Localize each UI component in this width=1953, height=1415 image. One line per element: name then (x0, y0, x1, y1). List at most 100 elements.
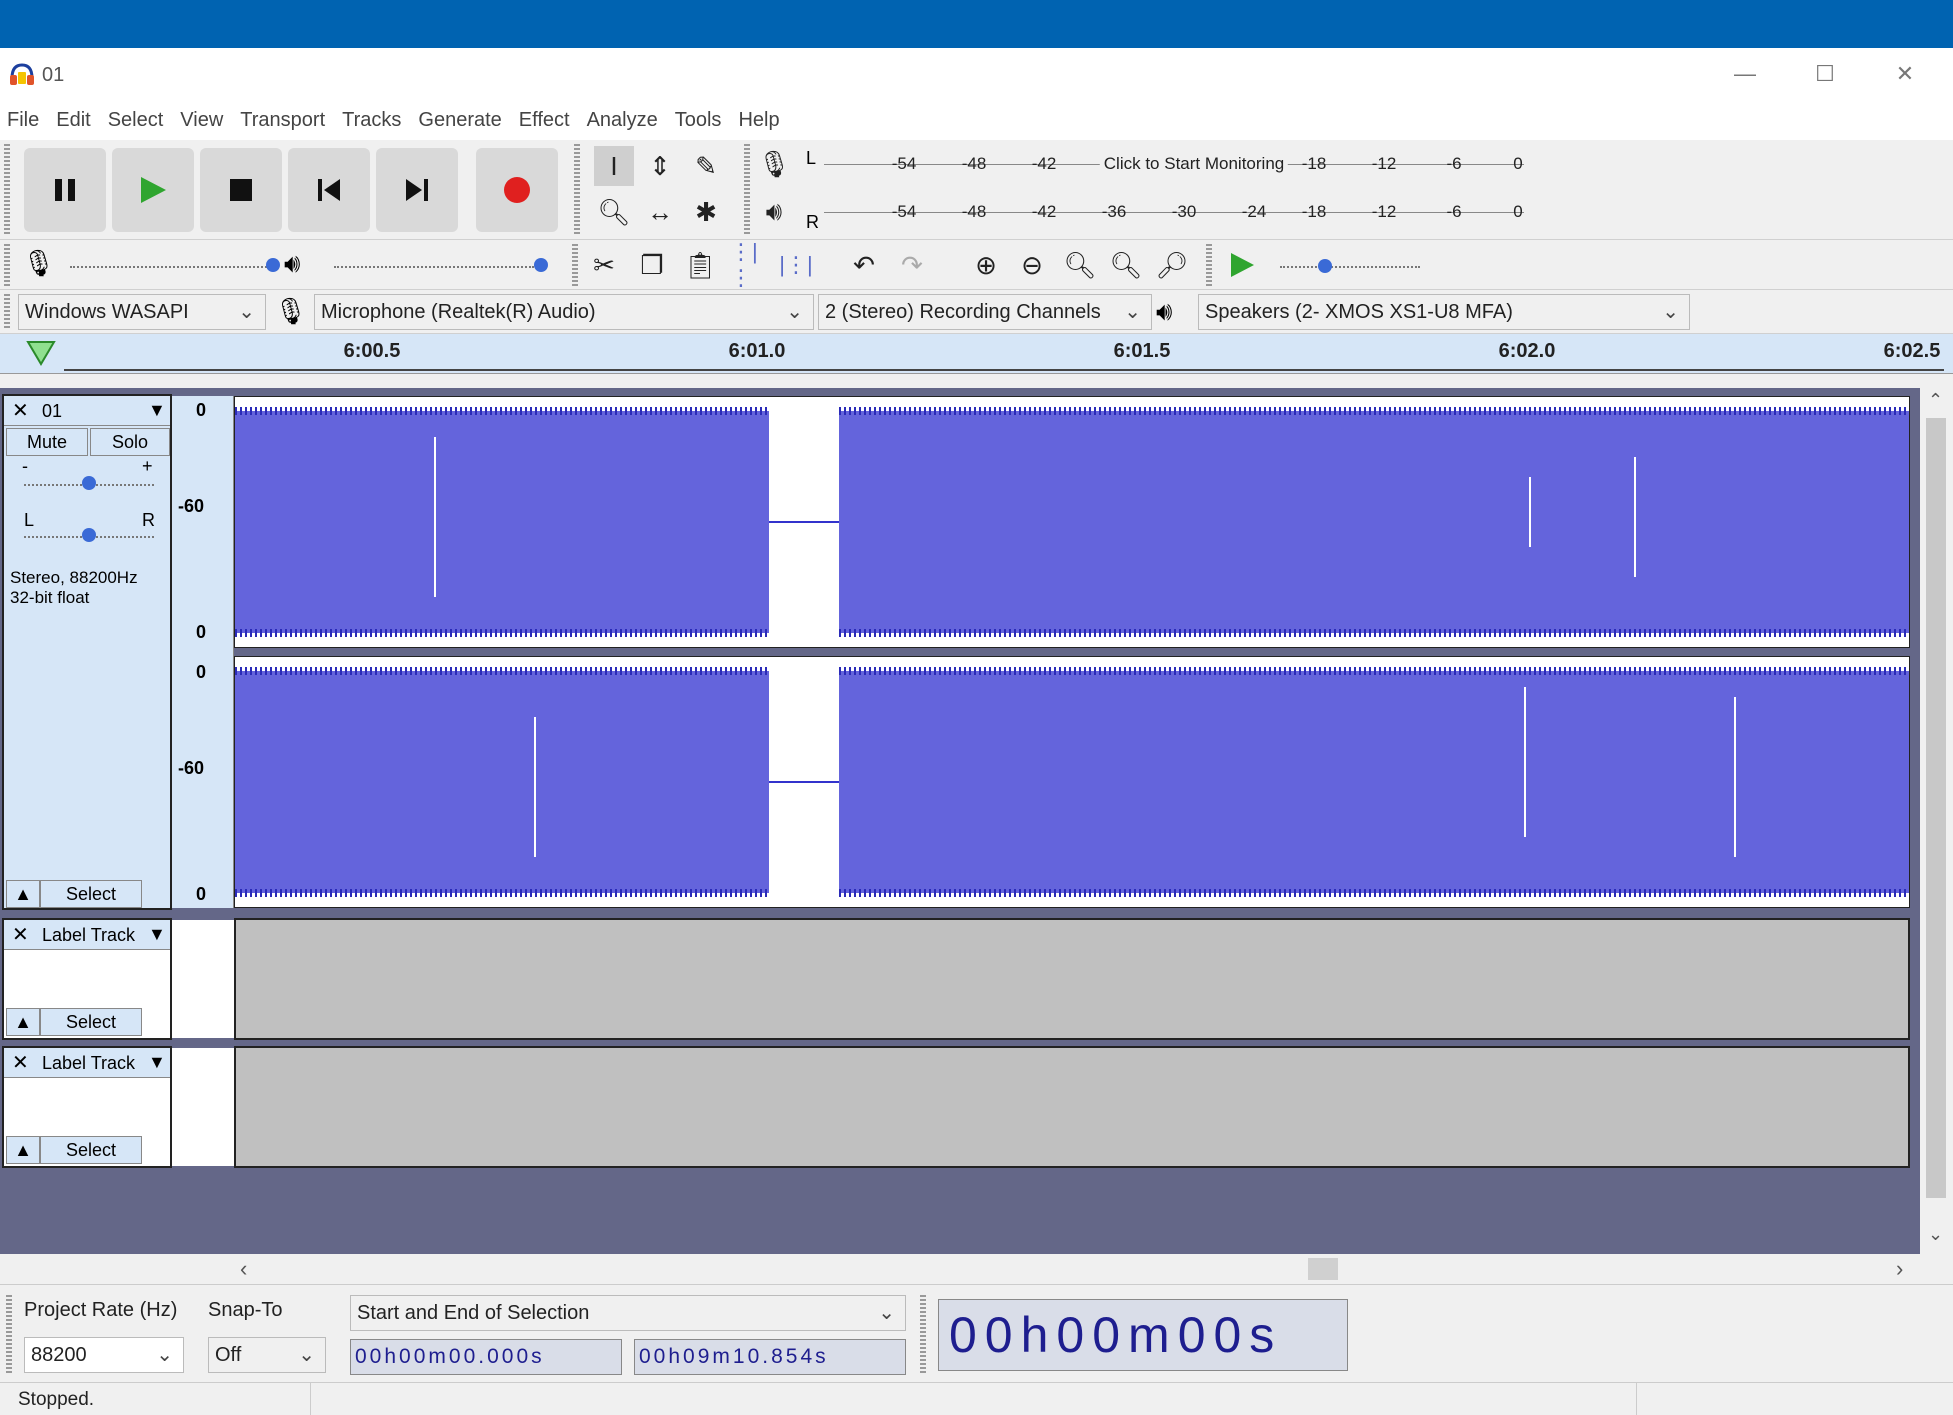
close-track-button[interactable]: ✕ (12, 398, 29, 423)
toolbar-grip[interactable] (574, 144, 580, 236)
select-track-button[interactable]: Select (40, 1136, 142, 1164)
scroll-right-icon[interactable]: › (1896, 1256, 1903, 1282)
copy-button[interactable]: ❐ (632, 245, 672, 285)
silence-audio-button[interactable]: |⋮| (776, 245, 816, 285)
label-track-area[interactable] (234, 918, 1910, 1040)
playback-meter-button[interactable]: 🔊︎ (754, 192, 794, 232)
selection-start-time[interactable]: 00h00m00.000s (350, 1339, 622, 1375)
toolbar-grip[interactable] (744, 144, 750, 236)
skip-to-end-button[interactable] (376, 148, 458, 232)
mute-button[interactable]: Mute (6, 428, 88, 456)
timeline-ruler[interactable]: 6:00.5 6:01.0 6:01.5 6:02.0 6:02.5 (0, 334, 1953, 374)
menu-help[interactable]: Help (738, 109, 779, 132)
zoom-tool[interactable]: 🔍︎ (594, 192, 634, 232)
stop-button[interactable] (200, 148, 282, 232)
label-track-name[interactable]: Label Track (42, 1053, 135, 1074)
select-track-button[interactable]: Select (40, 880, 142, 908)
envelope-tool[interactable]: ⇕ (640, 146, 680, 186)
multi-tool[interactable]: ✱ (686, 192, 726, 232)
menu-generate[interactable]: Generate (418, 109, 501, 132)
collapse-track-button[interactable]: ▲ (6, 1008, 40, 1036)
audio-position-display[interactable]: 00h00m00s (938, 1299, 1348, 1371)
maximize-button[interactable]: ☐ (1785, 48, 1865, 100)
scroll-up-icon[interactable]: ⌃ (1928, 390, 1943, 411)
toolbar-grip[interactable] (4, 294, 10, 330)
cut-button[interactable]: ✂ (584, 245, 624, 285)
pin-playhead-icon[interactable] (26, 340, 56, 366)
scroll-down-icon[interactable]: ⌄ (1928, 1224, 1943, 1245)
label-track-area[interactable] (234, 1046, 1910, 1168)
recording-device-select[interactable]: Microphone (Realtek(R) Audio) ⌄ (314, 294, 814, 330)
collapse-track-button[interactable]: ▲ (6, 1136, 40, 1164)
menu-file[interactable]: File (7, 109, 39, 132)
record-meter[interactable]: -54 -48 -42 Click to Start Monitoring -1… (824, 144, 1524, 184)
menu-tools[interactable]: Tools (675, 109, 722, 132)
track-name-menu[interactable]: 01 (42, 401, 62, 422)
menu-select[interactable]: Select (108, 109, 164, 132)
playback-volume-thumb[interactable] (534, 258, 548, 272)
label-track-name[interactable]: Label Track (42, 925, 135, 946)
menu-edit[interactable]: Edit (56, 109, 90, 132)
project-rate-select[interactable]: 88200 ⌄ (24, 1337, 184, 1373)
menu-analyze[interactable]: Analyze (587, 109, 658, 132)
playback-device-select[interactable]: Speakers (2- XMOS XS1-U8 MFA) ⌄ (1198, 294, 1690, 330)
time-shift-tool[interactable]: ↔ (640, 192, 680, 232)
fit-selection-button[interactable]: 🔍︎ (1060, 245, 1100, 285)
horizontal-scroll-thumb[interactable] (1308, 1258, 1338, 1280)
play-speed-slider[interactable] (1280, 266, 1420, 268)
undo-button[interactable]: ↶ (844, 245, 884, 285)
paste-button[interactable]: 📋︎ (680, 245, 720, 285)
skip-to-start-button[interactable] (288, 148, 370, 232)
vertical-scrollbar[interactable]: ⌃ ⌄ (1920, 388, 1953, 1254)
record-volume-thumb[interactable] (266, 258, 280, 272)
play-at-speed-button[interactable] (1222, 245, 1262, 285)
menu-transport[interactable]: Transport (240, 109, 325, 132)
gain-slider-thumb[interactable] (82, 476, 96, 490)
zoom-in-button[interactable]: ⊕ (966, 245, 1006, 285)
solo-button[interactable]: Solo (90, 428, 170, 456)
toolbar-grip[interactable] (572, 244, 578, 286)
horizontal-scrollbar[interactable]: ‹ › (0, 1254, 1953, 1284)
toolbar-grip[interactable] (920, 1295, 926, 1375)
zoom-out-button[interactable]: ⊖ (1012, 245, 1052, 285)
play-speed-thumb[interactable] (1318, 259, 1332, 273)
toolbar-grip[interactable] (4, 244, 10, 286)
vertical-scale[interactable]: 0 -60 0 0 -60 0 (172, 396, 234, 908)
record-meter-button[interactable]: 🎙︎ (754, 144, 794, 184)
menu-view[interactable]: View (180, 109, 223, 132)
toolbar-grip[interactable] (6, 1295, 12, 1375)
menu-effect[interactable]: Effect (519, 109, 570, 132)
selection-mode-select[interactable]: Start and End of Selection ⌄ (350, 1295, 906, 1331)
draw-tool[interactable]: ✎ (686, 146, 726, 186)
recording-channels-select[interactable]: 2 (Stereo) Recording Channels ⌄ (818, 294, 1152, 330)
waveform-right-channel[interactable] (234, 656, 1910, 908)
track-menu-arrow-icon[interactable]: ▼ (148, 924, 166, 945)
pause-button[interactable] (24, 148, 106, 232)
audio-host-select[interactable]: Windows WASAPI ⌄ (18, 294, 266, 330)
playback-volume-slider[interactable] (334, 266, 534, 268)
close-track-button[interactable]: ✕ (12, 1050, 29, 1075)
playback-meter[interactable]: -54 -48 -42 -36 -30 -24 -18 -12 -6 0 (824, 192, 1524, 232)
close-track-button[interactable]: ✕ (12, 922, 29, 947)
fit-project-button[interactable]: 🔍︎ (1106, 245, 1146, 285)
collapse-track-button[interactable]: ▲ (6, 880, 40, 908)
track-area[interactable]: ✕ 01 ▼ Mute Solo - + L R Stereo, 88200Hz… (0, 388, 1920, 1254)
selection-tool[interactable]: I (594, 146, 634, 186)
zoom-toggle-button[interactable]: 🔎︎ (1152, 245, 1192, 285)
toolbar-grip[interactable] (1206, 244, 1212, 286)
track-menu-arrow-icon[interactable]: ▼ (148, 400, 166, 421)
vertical-scroll-thumb[interactable] (1926, 418, 1946, 1198)
pan-slider-thumb[interactable] (82, 528, 96, 542)
record-button[interactable] (476, 148, 558, 232)
toolbar-grip[interactable] (4, 144, 10, 236)
minimize-button[interactable]: — (1705, 48, 1785, 100)
menu-tracks[interactable]: Tracks (342, 109, 401, 132)
waveform-left-channel[interactable] (234, 396, 1910, 648)
monitoring-prompt[interactable]: Click to Start Monitoring (1099, 154, 1289, 174)
selection-end-time[interactable]: 00h09m10.854s (634, 1339, 906, 1375)
play-button[interactable] (112, 148, 194, 232)
trim-audio-button[interactable]: ⋮|⋮ (730, 239, 770, 290)
redo-button[interactable]: ↷ (892, 245, 932, 285)
snap-to-select[interactable]: Off ⌄ (208, 1337, 326, 1373)
close-window-button[interactable]: ✕ (1865, 48, 1945, 100)
